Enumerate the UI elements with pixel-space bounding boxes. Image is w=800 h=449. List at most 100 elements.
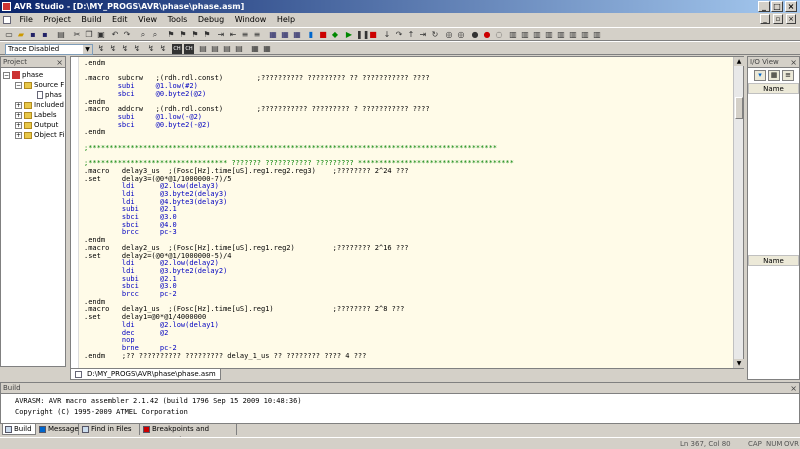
config-icon-3[interactable]: ▤	[222, 44, 232, 54]
close-icon[interactable]: ×	[790, 383, 797, 394]
step-over-icon[interactable]: ↷	[394, 30, 404, 40]
find-next-icon[interactable]: ⌕	[150, 30, 160, 40]
tree-item-phase-file[interactable]: phas	[37, 90, 62, 100]
build-icon[interactable]: ▦	[268, 30, 278, 40]
maximize-button[interactable]: □	[771, 1, 783, 12]
new-file-icon[interactable]: ▭	[4, 30, 14, 40]
expand-icon[interactable]: +	[15, 121, 22, 129]
next-bookmark-icon[interactable]: ⚑	[178, 30, 188, 40]
watch-icon[interactable]: ◎	[456, 30, 466, 40]
menu-tools[interactable]: Tools	[164, 13, 192, 27]
close-button[interactable]: ×	[785, 1, 797, 12]
locals-icon[interactable]: ▥	[568, 30, 578, 40]
trace-icon-4[interactable]: ↯	[132, 44, 142, 54]
tab-message[interactable]: Message	[37, 424, 79, 435]
tab-build[interactable]: Build	[2, 424, 36, 435]
redo-icon[interactable]: ↷	[122, 30, 132, 40]
debug-start-icon[interactable]: ◆	[330, 30, 340, 40]
expand-icon[interactable]: +	[15, 101, 22, 109]
tab-find-in-files[interactable]: Find in Files	[80, 424, 140, 435]
window-icon[interactable]: ▥	[580, 30, 590, 40]
menu-project[interactable]: Project	[39, 13, 74, 27]
io-name-column-header-2[interactable]: Name	[748, 255, 799, 266]
comment-icon[interactable]: ≡	[240, 30, 250, 40]
vertical-scrollbar[interactable]: ▲ ▼	[733, 57, 744, 368]
io-icon[interactable]: ▥	[556, 30, 566, 40]
memory-icon[interactable]: ▥	[508, 30, 518, 40]
menu-edit[interactable]: Edit	[108, 13, 132, 27]
reset-icon[interactable]: ■	[368, 30, 378, 40]
print-icon[interactable]: ▤	[56, 30, 66, 40]
minimize-button[interactable]: _	[758, 1, 770, 12]
trace-icon-6[interactable]: ↯	[158, 44, 168, 54]
breakpoint-icon[interactable]: ●	[482, 30, 492, 40]
config-icon[interactable]: ▤	[198, 44, 208, 54]
registers-icon[interactable]: ▥	[520, 30, 530, 40]
menu-view[interactable]: View	[134, 13, 161, 27]
disassembler-icon[interactable]: ▥	[544, 30, 554, 40]
menu-file[interactable]: File	[16, 13, 37, 27]
code-line[interactable]: .endm ;?? ?????????? ????????? delay_1_u…	[84, 352, 366, 361]
menu-window[interactable]: Window	[231, 13, 271, 27]
run-icon[interactable]: ▶	[344, 30, 354, 40]
find-icon[interactable]: ⌕	[138, 30, 148, 40]
code-line[interactable]: .endm	[84, 128, 105, 137]
collapse-icon[interactable]: −	[15, 81, 22, 89]
prev-bookmark-icon[interactable]: ⚑	[190, 30, 200, 40]
tree-item-output[interactable]: + Output	[15, 120, 58, 130]
chip-icon[interactable]: CH	[172, 44, 182, 54]
bookmark-icon[interactable]: ⚑	[166, 30, 176, 40]
uncomment-icon[interactable]: ≡	[252, 30, 262, 40]
step-into-icon[interactable]: ↓	[382, 30, 392, 40]
scroll-down-icon[interactable]: ▼	[734, 359, 744, 368]
open-file-icon[interactable]: ▰	[16, 30, 26, 40]
trace-select[interactable]: Trace Disabled ▼	[5, 44, 93, 55]
filter-icon[interactable]: ▾	[754, 70, 766, 81]
toggle-breakpoint-icon[interactable]: ●	[470, 30, 480, 40]
tab-phase-asm[interactable]: D:\MY_PROGS\AVR\phase\phase.asm	[70, 369, 221, 380]
processor-icon[interactable]: ▥	[532, 30, 542, 40]
io-name-column-header[interactable]: Name	[748, 83, 799, 94]
tree-item-project[interactable]: − phase	[3, 70, 43, 80]
menu-help[interactable]: Help	[273, 13, 299, 27]
undo-icon[interactable]: ↶	[110, 30, 120, 40]
calendar-icon[interactable]: ▦	[250, 44, 260, 54]
trace-icon-5[interactable]: ↯	[146, 44, 156, 54]
save-icon[interactable]: ▪	[28, 30, 38, 40]
clear-bookmarks-icon[interactable]: ⚑	[202, 30, 212, 40]
scrollbar-thumb[interactable]	[735, 97, 743, 119]
collapse-icon[interactable]: −	[3, 71, 10, 79]
indent-icon[interactable]: ⇥	[216, 30, 226, 40]
config-icon-2[interactable]: ▤	[210, 44, 220, 54]
stop-debug-icon[interactable]: ■	[318, 30, 328, 40]
programmer-icon[interactable]: ▮	[306, 30, 316, 40]
tree-item-included[interactable]: + Included	[15, 100, 64, 110]
scroll-up-icon[interactable]: ▲	[734, 57, 744, 66]
cut-icon[interactable]: ✂	[72, 30, 82, 40]
calendar-icon-2[interactable]: ▦	[262, 44, 272, 54]
build-run-icon[interactable]: ▦	[280, 30, 290, 40]
copy-icon[interactable]: ❐	[84, 30, 94, 40]
list-view-icon[interactable]: ≡	[782, 70, 794, 81]
chip-icon-2[interactable]: CH	[184, 44, 194, 54]
tab-breakpoints[interactable]: Breakpoints and Tracepoints	[141, 424, 237, 444]
expand-icon[interactable]: +	[15, 131, 22, 139]
menu-build[interactable]: Build	[77, 13, 105, 27]
doc-minimize-button[interactable]: _	[760, 14, 770, 24]
close-icon[interactable]: ×	[56, 57, 63, 68]
chevron-down-icon[interactable]: ▼	[83, 45, 92, 54]
quick-watch-icon[interactable]: ◎	[444, 30, 454, 40]
config-icon-4[interactable]: ▤	[234, 44, 244, 54]
doc-restore-button[interactable]: ▫	[773, 14, 783, 24]
outdent-icon[interactable]: ⇤	[228, 30, 238, 40]
grid-view-icon[interactable]: ▦	[768, 70, 780, 81]
code-area[interactable]: .endm .macro subcrw ;(rdh.rdl.const) ;???…	[79, 57, 733, 368]
run-to-cursor-icon[interactable]: ⇥	[418, 30, 428, 40]
expand-icon[interactable]: +	[15, 111, 22, 119]
tree-item-labels[interactable]: + Labels	[15, 110, 57, 120]
layout-icon[interactable]: ▥	[592, 30, 602, 40]
tree-item-source-files[interactable]: − Source F	[15, 80, 64, 90]
doc-close-button[interactable]: ×	[786, 14, 796, 24]
save-all-icon[interactable]: ▪	[40, 30, 50, 40]
trace-icon[interactable]: ↯	[96, 44, 106, 54]
